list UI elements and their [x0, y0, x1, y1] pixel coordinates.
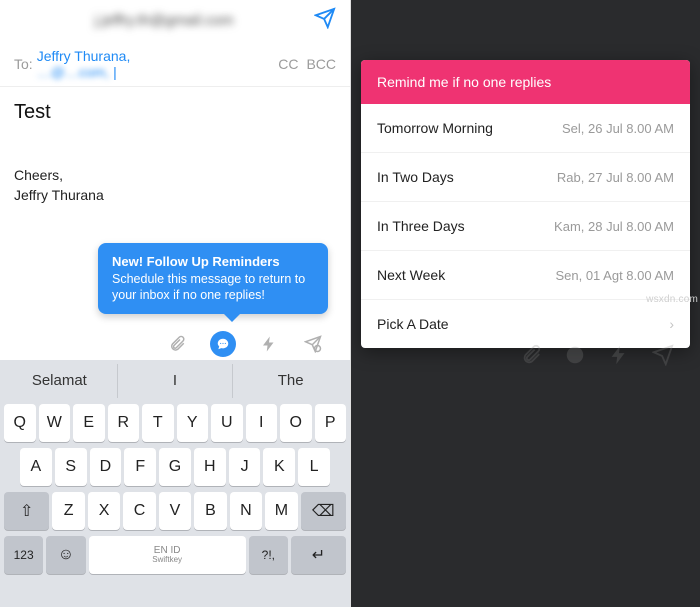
key-y[interactable]: Y	[177, 404, 209, 442]
compose-iconbar	[0, 322, 350, 362]
key-k[interactable]: K	[263, 448, 295, 486]
tooltip-body: Schedule this message to return to your …	[112, 272, 305, 303]
compose-iconbar-dimmed	[351, 338, 700, 372]
key-c[interactable]: C	[123, 492, 155, 530]
prediction-2[interactable]: I	[117, 364, 233, 398]
key-o[interactable]: O	[280, 404, 312, 442]
key-d[interactable]: D	[90, 448, 122, 486]
key-l[interactable]: L	[298, 448, 330, 486]
to-name: Jeffry Thurana,	[37, 48, 131, 64]
reminder-option[interactable]: Tomorrow MorningSel, 26 Jul 8.00 AM	[361, 104, 690, 152]
reminder-option[interactable]: In Three DaysKam, 28 Jul 8.00 AM	[361, 201, 690, 250]
prediction-1[interactable]: Selamat	[2, 364, 117, 398]
key-b[interactable]: B	[194, 492, 226, 530]
bolt-icon	[608, 344, 630, 366]
key-m[interactable]: M	[265, 492, 297, 530]
prediction-bar: Selamat I The	[2, 364, 348, 398]
key-row-4: 123 ☺ EN ID Swiftkey ?!, ↵	[2, 536, 348, 574]
punct-key[interactable]: ?!,	[249, 536, 288, 574]
bcc-button[interactable]: BCC	[306, 56, 336, 72]
space-bottom: Swiftkey	[152, 556, 182, 565]
space-key[interactable]: EN ID Swiftkey	[89, 536, 246, 574]
key-v[interactable]: V	[159, 492, 191, 530]
to-email: …@…com,	[37, 64, 110, 80]
enter-key[interactable]: ↵	[291, 536, 346, 574]
reminder-option-time: Sen, 01 Agt 8.00 AM	[555, 268, 674, 283]
send-later-icon[interactable]	[302, 333, 324, 355]
key-t[interactable]: T	[142, 404, 174, 442]
reminder-option[interactable]: Next WeekSen, 01 Agt 8.00 AM	[361, 250, 690, 299]
send-icon[interactable]	[314, 7, 336, 34]
reminder-option-label: Next Week	[377, 267, 555, 283]
key-row-1: QWERTYUIOP	[2, 404, 348, 442]
signature-line1: Cheers,	[14, 166, 336, 186]
shift-key[interactable]: ⇧	[4, 492, 49, 530]
key-q[interactable]: Q	[4, 404, 36, 442]
key-u[interactable]: U	[211, 404, 243, 442]
send-later-icon	[652, 344, 674, 366]
subject-field[interactable]: Test	[0, 87, 350, 132]
reminder-option-label: Tomorrow Morning	[377, 120, 562, 136]
prediction-3[interactable]: The	[232, 364, 348, 398]
key-w[interactable]: W	[39, 404, 71, 442]
key-a[interactable]: A	[20, 448, 52, 486]
reminder-option[interactable]: In Two DaysRab, 27 Jul 8.00 AM	[361, 152, 690, 201]
signature-line2: Jeffry Thurana	[14, 186, 336, 206]
body-field[interactable]: Cheers, Jeffry Thurana	[0, 132, 350, 212]
key-e[interactable]: E	[73, 404, 105, 442]
key-row-3: ⇧ ZXCVBNM ⌫	[2, 492, 348, 530]
key-i[interactable]: I	[246, 404, 278, 442]
reminder-option-label: In Two Days	[377, 169, 557, 185]
watermark: wsxdn.com	[646, 294, 698, 305]
to-label: To:	[14, 56, 33, 72]
key-n[interactable]: N	[230, 492, 262, 530]
backspace-key[interactable]: ⌫	[301, 492, 346, 530]
reminder-option-label: In Three Days	[377, 218, 554, 234]
key-p[interactable]: P	[315, 404, 347, 442]
bolt-icon[interactable]	[258, 333, 280, 355]
followup-tooltip: New! Follow Up Reminders Schedule this m…	[98, 243, 328, 314]
key-r[interactable]: R	[108, 404, 140, 442]
to-recipients[interactable]: Jeffry Thurana, …@…com, |	[37, 48, 271, 80]
compose-screen: j.jeffry.th@gmail.com To: Jeffry Thurana…	[0, 0, 350, 607]
reminder-screen: ✕ y.jeffry.th@gmail.com Remind me if no …	[350, 0, 700, 607]
reminder-option-time: Kam, 28 Jul 8.00 AM	[554, 219, 674, 234]
from-address: j.jeffry.th@gmail.com	[14, 12, 314, 29]
chevron-right-icon: ›	[669, 316, 674, 332]
chat-bubble-icon	[564, 344, 586, 366]
pick-a-date-label: Pick A Date	[377, 316, 669, 332]
compose-topbar: j.jeffry.th@gmail.com	[0, 0, 350, 40]
tooltip-title: New! Follow Up Reminders	[112, 253, 314, 271]
key-h[interactable]: H	[194, 448, 226, 486]
reminder-option-time: Rab, 27 Jul 8.00 AM	[557, 170, 674, 185]
numeric-key[interactable]: 123	[4, 536, 43, 574]
chat-bubble-icon[interactable]	[210, 331, 236, 357]
reminder-option-time: Sel, 26 Jul 8.00 AM	[562, 121, 674, 136]
keyboard: Selamat I The QWERTYUIOP ASDFGHJKL ⇧ ZXC…	[0, 360, 350, 607]
to-cursor: |	[113, 64, 117, 80]
attachment-icon	[520, 344, 542, 366]
key-f[interactable]: F	[124, 448, 156, 486]
cc-button[interactable]: CC	[278, 56, 298, 72]
key-g[interactable]: G	[159, 448, 191, 486]
key-s[interactable]: S	[55, 448, 87, 486]
key-z[interactable]: Z	[52, 492, 84, 530]
key-x[interactable]: X	[88, 492, 120, 530]
to-row[interactable]: To: Jeffry Thurana, …@…com, | CC BCC	[0, 40, 350, 87]
sheet-title: Remind me if no one replies	[361, 60, 690, 104]
reminder-sheet: Remind me if no one replies Tomorrow Mor…	[361, 60, 690, 348]
key-row-2: ASDFGHJKL	[2, 448, 348, 486]
emoji-key[interactable]: ☺	[46, 536, 85, 574]
key-j[interactable]: J	[229, 448, 261, 486]
attachment-icon[interactable]	[166, 333, 188, 355]
